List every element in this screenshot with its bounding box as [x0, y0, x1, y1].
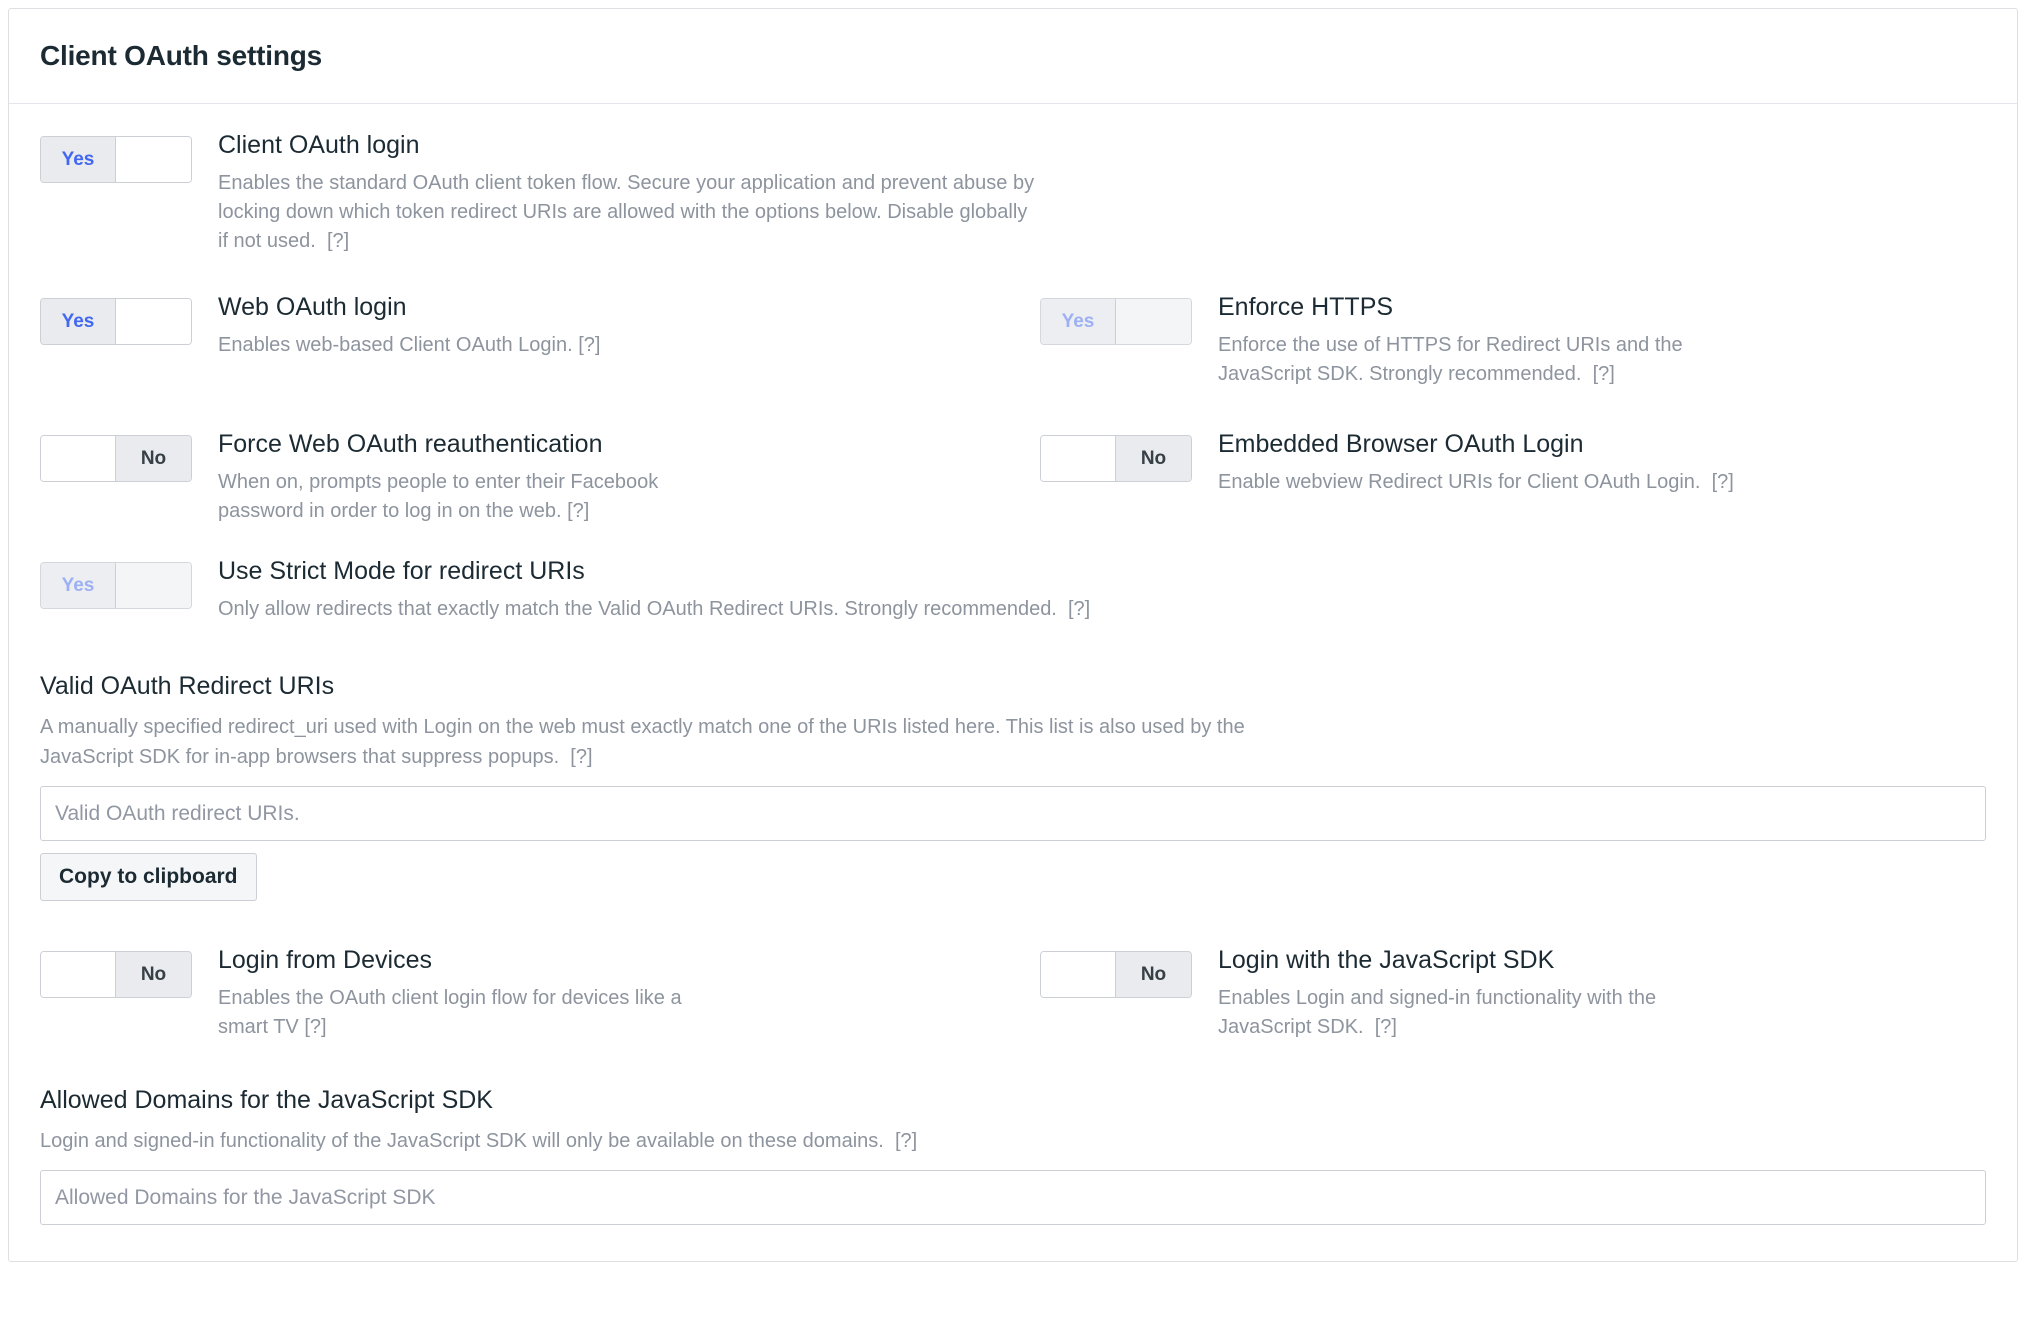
- option-description-text: Only allow redirects that exactly match …: [218, 598, 1057, 620]
- toggle-force-web-oauth-reauthentication[interactable]: No: [40, 435, 192, 482]
- toggle-no-half[interactable]: No: [1116, 952, 1191, 997]
- toggle-yes-half[interactable]: Yes: [1041, 299, 1116, 344]
- option-force-web-oauth-reauthentication: No Force Web OAuth reauthentication When…: [40, 429, 1040, 526]
- section-description-text: Login and signed-in functionality of the…: [40, 1130, 884, 1152]
- option-description: Only allow redirects that exactly match …: [218, 595, 1090, 624]
- option-description: Enables the standard OAuth client token …: [218, 169, 1040, 256]
- option-description: When on, prompts people to enter their F…: [218, 468, 688, 526]
- option-texts: Enforce HTTPS Enforce the use of HTTPS f…: [1218, 292, 1688, 389]
- option-texts: Login with the JavaScript SDK Enables Lo…: [1218, 945, 1738, 1042]
- settings-row: Yes Web OAuth login Enables web-based Cl…: [40, 292, 1986, 389]
- option-texts: Force Web OAuth reauthentication When on…: [218, 429, 688, 526]
- option-texts: Embedded Browser OAuth Login Enable webv…: [1218, 429, 1734, 497]
- option-description: Enable webview Redirect URIs for Client …: [1218, 468, 1734, 497]
- option-texts: Client OAuth login Enables the standard …: [218, 130, 1040, 256]
- toggle-web-oauth-login[interactable]: Yes: [40, 298, 192, 345]
- settings-row: No Force Web OAuth reauthentication When…: [40, 429, 1986, 526]
- option-description: Enables Login and signed-in functionalit…: [1218, 984, 1738, 1042]
- option-title: Web OAuth login: [218, 293, 407, 321]
- toggle-enforce-https[interactable]: Yes: [1040, 298, 1192, 345]
- toggle-no-half[interactable]: No: [116, 436, 191, 481]
- help-icon[interactable]: [?]: [895, 1130, 917, 1152]
- section-description-text: A manually specified redirect_uri used w…: [40, 716, 1245, 768]
- valid-oauth-redirect-uris-section: Valid OAuth Redirect URIs A manually spe…: [40, 670, 1986, 901]
- option-use-strict-mode-for-redirect-uris: Yes Use Strict Mode for redirect URIs On…: [40, 556, 1986, 624]
- settings-row: Yes Use Strict Mode for redirect URIs On…: [40, 556, 1986, 624]
- option-login-with-the-javascript-sdk: No Login with the JavaScript SDK Enables…: [1040, 945, 1940, 1042]
- toggle-no-half[interactable]: [116, 137, 191, 182]
- option-client-oauth-login: Yes Client OAuth login Enables the stand…: [40, 130, 1040, 256]
- option-login-from-devices: No Login from Devices Enables the OAuth …: [40, 945, 1040, 1042]
- option-title: Force Web OAuth reauthentication: [218, 430, 603, 458]
- client-oauth-settings-card: Client OAuth settings Yes Client OAuth l…: [8, 8, 2018, 1262]
- option-description-text: Enables Login and signed-in functionalit…: [1218, 987, 1657, 1038]
- option-description: Enables the OAuth client login flow for …: [218, 984, 688, 1042]
- toggle-yes-half[interactable]: Yes: [41, 299, 116, 344]
- section-title: Valid OAuth Redirect URIs: [40, 672, 335, 700]
- toggle-yes-half[interactable]: Yes: [41, 137, 116, 182]
- help-icon[interactable]: [?]: [1712, 471, 1734, 493]
- toggle-use-strict-mode[interactable]: Yes: [40, 562, 192, 609]
- help-icon[interactable]: [?]: [327, 230, 349, 252]
- help-icon[interactable]: [?]: [578, 334, 600, 356]
- allowed-domains-section: Allowed Domains for the JavaScript SDK L…: [40, 1084, 1986, 1225]
- option-description: Enforce the use of HTTPS for Redirect UR…: [1218, 331, 1688, 389]
- section-description: A manually specified redirect_uri used w…: [40, 712, 1260, 772]
- option-title: Login from Devices: [218, 946, 432, 974]
- option-enforce-https: Yes Enforce HTTPS Enforce the use of HTT…: [1040, 292, 1940, 389]
- section-title: Allowed Domains for the JavaScript SDK: [40, 1086, 493, 1114]
- toggle-yes-half[interactable]: [41, 952, 116, 997]
- option-texts: Web OAuth login Enables web-based Client…: [218, 292, 600, 360]
- help-icon[interactable]: [?]: [567, 500, 589, 522]
- toggle-no-half[interactable]: [1116, 299, 1191, 344]
- help-icon[interactable]: [?]: [304, 1016, 326, 1038]
- toggle-yes-half[interactable]: [1041, 952, 1116, 997]
- toggle-embedded-browser-oauth-login[interactable]: No: [1040, 435, 1192, 482]
- option-embedded-browser-oauth-login: No Embedded Browser OAuth Login Enable w…: [1040, 429, 1940, 526]
- option-web-oauth-login: Yes Web OAuth login Enables web-based Cl…: [40, 292, 1040, 389]
- toggle-yes-half[interactable]: [1041, 436, 1116, 481]
- settings-row: Yes Client OAuth login Enables the stand…: [40, 130, 1986, 256]
- option-description: Enables web-based Client OAuth Login. [?…: [218, 331, 600, 360]
- option-description-text: Enable webview Redirect URIs for Client …: [1218, 471, 1701, 493]
- valid-oauth-redirect-uris-input[interactable]: [40, 786, 1986, 841]
- toggle-no-half[interactable]: [116, 299, 191, 344]
- option-texts: Login from Devices Enables the OAuth cli…: [218, 945, 688, 1042]
- option-title: Embedded Browser OAuth Login: [1218, 430, 1584, 458]
- option-title: Login with the JavaScript SDK: [1218, 946, 1555, 974]
- toggle-no-half[interactable]: No: [116, 952, 191, 997]
- toggle-login-with-javascript-sdk[interactable]: No: [1040, 951, 1192, 998]
- option-description-text: Enables web-based Client OAuth Login.: [218, 334, 573, 356]
- toggle-no-half[interactable]: [116, 563, 191, 608]
- toggle-yes-half[interactable]: [41, 436, 116, 481]
- help-icon[interactable]: [?]: [1068, 598, 1090, 620]
- option-title: Client OAuth login: [218, 131, 420, 159]
- option-description-text: Enables the OAuth client login flow for …: [218, 987, 682, 1038]
- copy-to-clipboard-button[interactable]: Copy to clipboard: [40, 853, 257, 901]
- toggle-login-from-devices[interactable]: No: [40, 951, 192, 998]
- card-body: Yes Client OAuth login Enables the stand…: [9, 104, 2017, 1261]
- page-title: Client OAuth settings: [40, 40, 323, 71]
- option-title: Enforce HTTPS: [1218, 293, 1394, 321]
- option-texts: Use Strict Mode for redirect URIs Only a…: [218, 556, 1090, 624]
- toggle-no-half[interactable]: No: [1116, 436, 1191, 481]
- allowed-domains-input[interactable]: [40, 1170, 1986, 1225]
- toggle-client-oauth-login[interactable]: Yes: [40, 136, 192, 183]
- settings-row: No Login from Devices Enables the OAuth …: [40, 945, 1986, 1042]
- section-description: Login and signed-in functionality of the…: [40, 1126, 1260, 1156]
- help-icon[interactable]: [?]: [1375, 1016, 1397, 1038]
- option-title: Use Strict Mode for redirect URIs: [218, 557, 585, 585]
- toggle-yes-half[interactable]: Yes: [41, 563, 116, 608]
- help-icon[interactable]: [?]: [1593, 363, 1615, 385]
- card-header: Client OAuth settings: [9, 9, 2017, 104]
- page-root: Client OAuth settings Yes Client OAuth l…: [0, 0, 2032, 1318]
- help-icon[interactable]: [?]: [570, 746, 592, 768]
- option-description-text: When on, prompts people to enter their F…: [218, 471, 659, 522]
